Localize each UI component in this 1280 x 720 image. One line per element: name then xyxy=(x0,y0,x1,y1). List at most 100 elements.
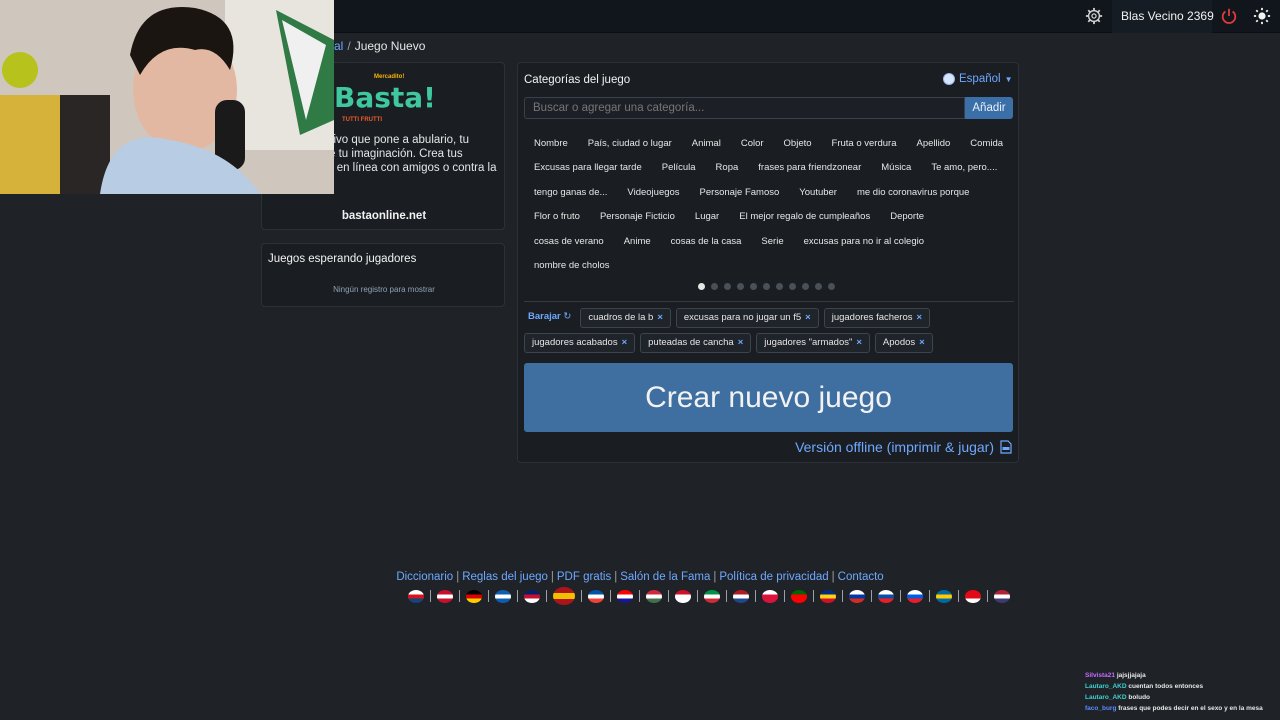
croatia-flag-icon[interactable] xyxy=(617,589,633,603)
category-item[interactable]: cosas de verano xyxy=(524,236,614,247)
footer-link[interactable]: Diccionario xyxy=(396,571,453,583)
pagination-dot[interactable] xyxy=(828,283,835,290)
selected-category-chip: jugadores facheros × xyxy=(823,308,931,328)
flag-separator xyxy=(668,590,669,602)
footer-link[interactable]: Política de privacidad xyxy=(719,571,828,583)
create-game-button[interactable]: Crear nuevo juego xyxy=(524,363,1013,432)
gear-icon[interactable] xyxy=(1085,7,1103,25)
portugal-flag-icon[interactable] xyxy=(791,589,807,603)
category-item[interactable]: Comida xyxy=(960,138,1013,149)
spain-flag-icon[interactable] xyxy=(553,587,575,605)
category-row: Nombre País, ciudad o lugar Animal Color Obj… xyxy=(524,131,1014,156)
czech-flag-icon[interactable] xyxy=(408,589,424,603)
denmark-flag-icon[interactable] xyxy=(437,589,453,603)
flag-separator xyxy=(813,590,814,602)
sun-icon[interactable] xyxy=(1253,7,1271,25)
breadcrumb-home-link[interactable]: al xyxy=(334,39,343,53)
category-item[interactable]: Anime xyxy=(614,236,661,247)
footer-link[interactable]: Reglas del juego xyxy=(462,571,548,583)
offline-version-link[interactable]: Versión offline (imprimir & jugar) xyxy=(795,439,1012,455)
footer-link[interactable]: PDF gratis xyxy=(557,571,611,583)
france-flag-icon[interactable] xyxy=(588,589,604,603)
germany-flag-icon[interactable] xyxy=(466,589,482,603)
category-item[interactable]: Película xyxy=(652,162,706,173)
category-item[interactable]: nombre de cholos xyxy=(524,260,620,271)
power-icon[interactable] xyxy=(1220,7,1238,25)
category-item[interactable]: Nombre xyxy=(524,138,578,149)
usa-flag-icon[interactable] xyxy=(994,589,1010,603)
category-item[interactable]: Música xyxy=(871,162,921,173)
netherlands-flag-icon[interactable] xyxy=(733,589,749,603)
pagination-dot[interactable] xyxy=(763,283,770,290)
pagination-dot[interactable] xyxy=(750,283,757,290)
pagination-dot[interactable] xyxy=(711,283,718,290)
basta-logo[interactable]: Mercadito! Basta! TUTTI FRUTTI xyxy=(334,73,436,123)
pagination-dot[interactable] xyxy=(789,283,796,290)
footer-link[interactable]: Contacto xyxy=(838,571,884,583)
selected-category-chip: jugadores acabados × xyxy=(524,333,636,353)
category-item[interactable]: Te amo, pero.... xyxy=(921,162,1007,173)
category-item[interactable]: Serie xyxy=(751,236,793,247)
category-item[interactable]: Personaje Famoso xyxy=(690,187,790,198)
category-item[interactable]: tengo ganas de... xyxy=(524,187,617,198)
language-dropdown[interactable]: Español ▼ xyxy=(943,73,1012,85)
category-item[interactable]: cosas de la casa xyxy=(661,236,752,247)
category-item[interactable]: Color xyxy=(731,138,774,149)
remove-chip-icon[interactable]: × xyxy=(622,337,628,348)
footer-links: Diccionario | Reglas del juego | PDF gratis |… xyxy=(0,571,1280,583)
remove-chip-icon[interactable]: × xyxy=(856,337,862,348)
flag-separator xyxy=(726,590,727,602)
category-item[interactable]: Fruta o verdura xyxy=(822,138,907,149)
category-item[interactable]: excusas para no ir al colegio xyxy=(794,236,934,247)
category-item[interactable]: Videojuegos xyxy=(617,187,689,198)
pagination-dot[interactable] xyxy=(698,283,705,290)
category-item[interactable]: Flor o fruto xyxy=(524,211,590,222)
indonesia-flag-icon[interactable] xyxy=(675,589,691,603)
poland-flag-icon[interactable] xyxy=(762,589,778,603)
breadcrumb: al / Juego Nuevo xyxy=(334,39,425,53)
hungary-flag-icon[interactable] xyxy=(646,589,662,603)
category-row: Excusas para llegar tarde Película Ropa fra… xyxy=(524,156,1014,181)
category-item[interactable]: Ropa xyxy=(706,162,749,173)
romania-flag-icon[interactable] xyxy=(820,589,836,603)
pagination-dot[interactable] xyxy=(815,283,822,290)
category-item[interactable]: me dio coronavirus porque xyxy=(847,187,979,198)
category-item[interactable]: El mejor regalo de cumpleaños xyxy=(729,211,880,222)
pagination-dot[interactable] xyxy=(737,283,744,290)
category-item[interactable]: Objeto xyxy=(774,138,822,149)
remove-chip-icon[interactable]: × xyxy=(805,312,811,323)
add-category-button[interactable]: Añadir xyxy=(965,97,1013,119)
chat-message: faco_burg frases que podes decir en el s… xyxy=(1085,705,1280,716)
category-search-input[interactable] xyxy=(524,97,965,119)
remove-chip-icon[interactable]: × xyxy=(917,312,923,323)
turkey-flag-icon[interactable] xyxy=(965,589,981,603)
greece-flag-icon[interactable] xyxy=(495,589,511,603)
category-item[interactable]: Animal xyxy=(682,138,731,149)
category-item[interactable]: Lugar xyxy=(685,211,729,222)
russia-flag-icon[interactable] xyxy=(849,589,865,603)
language-flags xyxy=(408,587,1010,605)
category-item[interactable]: País, ciudad o lugar xyxy=(578,138,682,149)
selected-category-chip: cuadros de la b × xyxy=(580,308,671,328)
username-label[interactable]: Blas Vecino 2369 xyxy=(1121,9,1214,23)
remove-chip-icon[interactable]: × xyxy=(657,312,663,323)
sweden-flag-icon[interactable] xyxy=(936,589,952,603)
shuffle-button[interactable]: Barajar ↻ xyxy=(524,308,575,328)
uk-flag-icon[interactable] xyxy=(524,589,540,603)
category-item[interactable]: frases para friendzonear xyxy=(748,162,871,173)
category-item[interactable]: Personaje Ficticio xyxy=(590,211,685,222)
slovakia-flag-icon[interactable] xyxy=(878,589,894,603)
remove-chip-icon[interactable]: × xyxy=(738,337,744,348)
category-item[interactable]: Apellido xyxy=(906,138,960,149)
category-item[interactable]: Excusas para llegar tarde xyxy=(524,162,652,173)
italy-flag-icon[interactable] xyxy=(704,589,720,603)
remove-chip-icon[interactable]: × xyxy=(919,337,925,348)
category-item[interactable]: Youtuber xyxy=(789,187,847,198)
pagination-dot[interactable] xyxy=(724,283,731,290)
footer-link[interactable]: Salón de la Fama xyxy=(620,571,710,583)
chat-username: faco_burg xyxy=(1085,705,1117,712)
slovenia-flag-icon[interactable] xyxy=(907,589,923,603)
pagination-dot[interactable] xyxy=(802,283,809,290)
category-item[interactable]: Deporte xyxy=(880,211,934,222)
pagination-dot[interactable] xyxy=(776,283,783,290)
